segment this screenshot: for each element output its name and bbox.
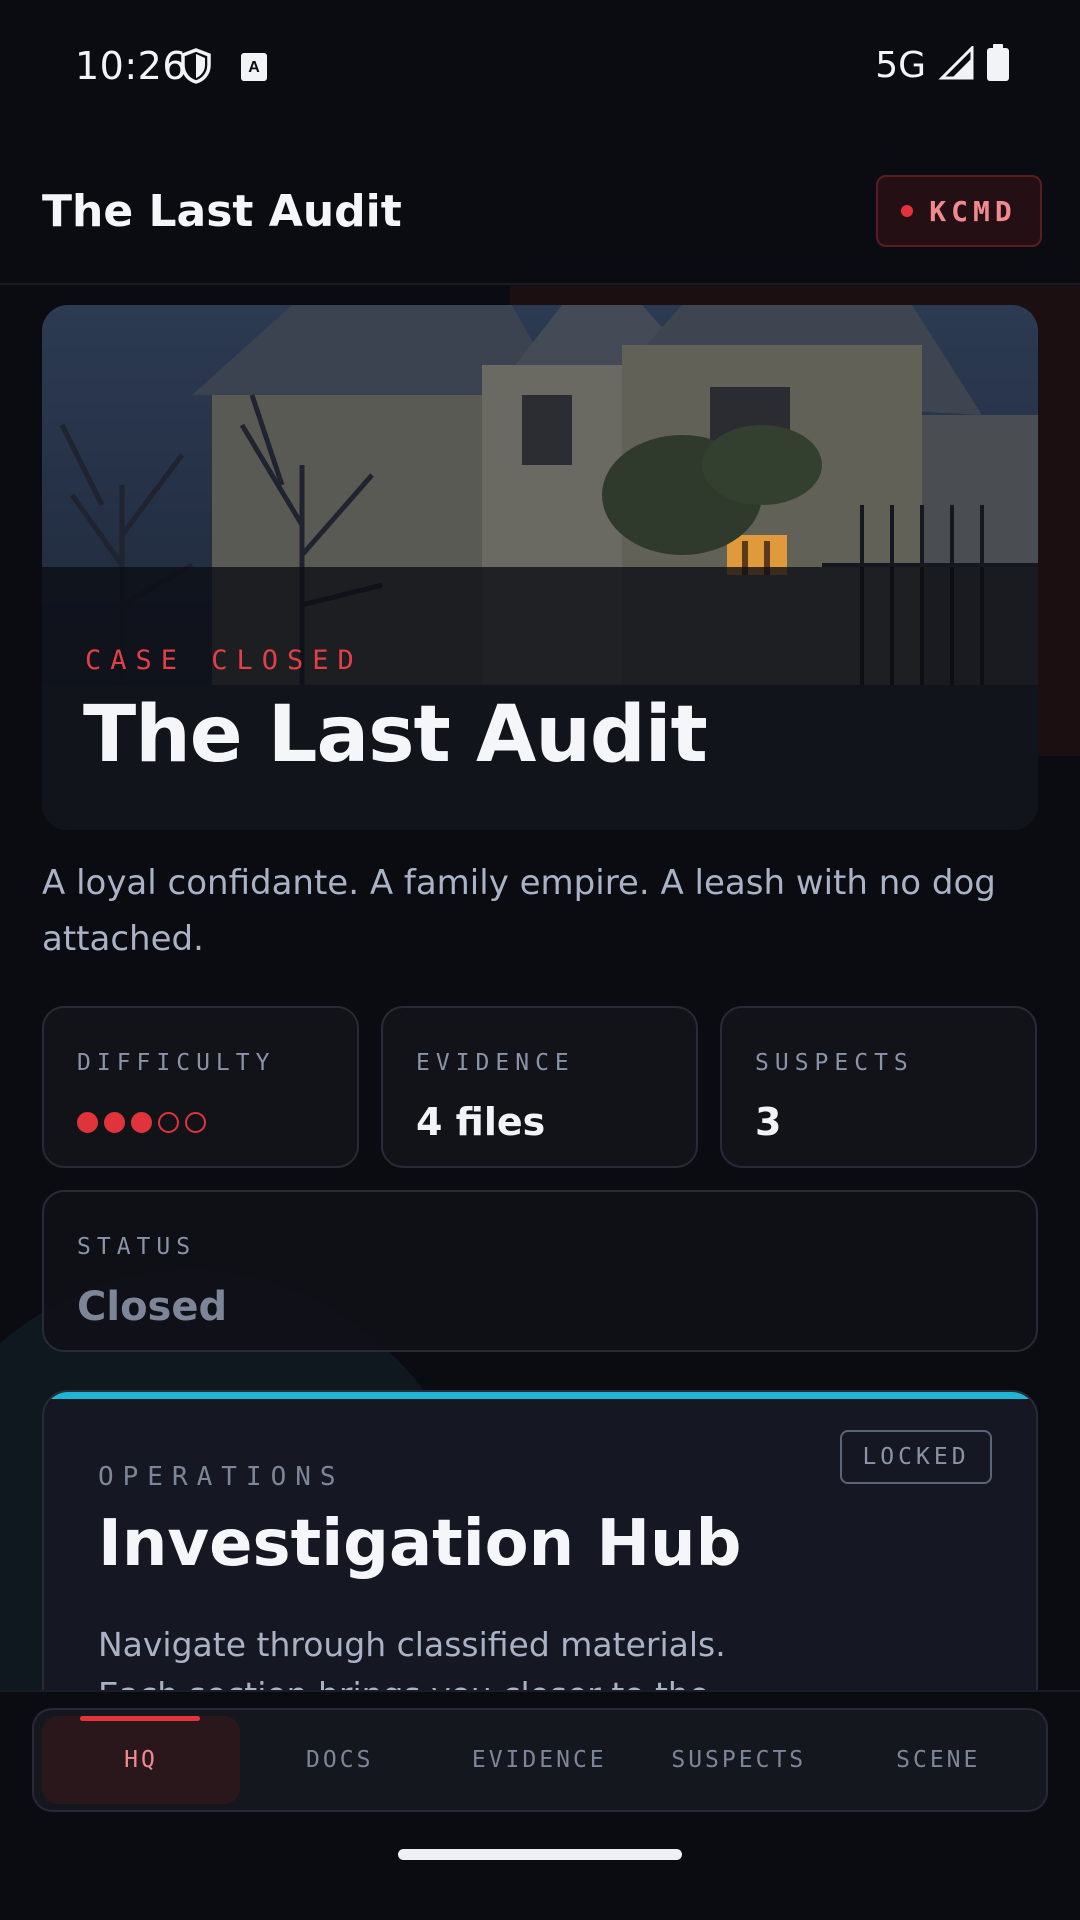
hero-card: CASE CLOSED The Last Audit	[42, 305, 1038, 830]
evidence-label: EVIDENCE	[416, 1050, 575, 1076]
difficulty-label: DIFFICULTY	[77, 1050, 276, 1076]
kcmd-badge-label: KCMD	[929, 194, 1017, 228]
evidence-card: EVIDENCE 4 files	[381, 1006, 698, 1168]
operations-kicker: OPERATIONS	[98, 1462, 345, 1492]
status-card: STATUS Closed	[42, 1190, 1038, 1352]
difficulty-dot-filled	[104, 1112, 125, 1133]
difficulty-card: DIFFICULTY	[42, 1006, 359, 1168]
suspects-card: SUSPECTS 3	[720, 1006, 1037, 1168]
hero-title: The Last Audit	[83, 690, 708, 780]
case-tagline: A loyal confidante. A family empire. A l…	[42, 863, 996, 959]
screen: 10:26 A 5G The Last Audit KCMD CASE CLOS…	[0, 0, 1080, 1920]
locked-badge: LOCKED	[840, 1430, 992, 1484]
status-time: 10:26	[75, 44, 188, 88]
tab-evidence[interactable]: EVIDENCE	[440, 1716, 640, 1804]
live-dot-icon	[901, 205, 914, 217]
operations-accent-bar	[44, 1392, 1036, 1399]
network-type: 5G	[875, 44, 926, 86]
home-indicator[interactable]	[398, 1849, 682, 1860]
suspects-value: 3	[755, 1100, 782, 1144]
status-bar: 10:26 A 5G	[0, 0, 1080, 130]
svg-text:A: A	[248, 59, 260, 76]
bottom-nav: HQ DOCS EVIDENCE SUSPECTS SCENE	[32, 1708, 1048, 1812]
app-notification-icon: A	[240, 52, 274, 90]
signal-icon	[938, 44, 974, 84]
difficulty-dot-empty	[185, 1112, 206, 1133]
difficulty-dot-filled	[77, 1112, 98, 1133]
status-right-group: 5G	[875, 44, 1010, 86]
suspects-label: SUSPECTS	[755, 1050, 914, 1076]
status-value: Closed	[77, 1284, 228, 1330]
app-title: The Last Audit	[42, 186, 402, 237]
difficulty-dot-empty	[158, 1112, 179, 1133]
status-label: STATUS	[77, 1234, 197, 1260]
tab-docs[interactable]: DOCS	[240, 1716, 440, 1804]
app-bar: The Last Audit KCMD	[0, 130, 1080, 285]
battery-icon	[986, 44, 1010, 86]
case-status-kicker: CASE CLOSED	[85, 645, 363, 676]
shield-icon	[180, 48, 214, 86]
kcmd-badge[interactable]: KCMD	[876, 175, 1042, 247]
tab-scene[interactable]: SCENE	[839, 1716, 1039, 1804]
bottom-navigation-area: HQ DOCS EVIDENCE SUSPECTS SCENE	[0, 1690, 1080, 1920]
tab-hq[interactable]: HQ	[42, 1716, 240, 1804]
difficulty-dot-filled	[131, 1112, 152, 1133]
difficulty-rating	[77, 1112, 206, 1133]
evidence-value: 4 files	[416, 1100, 546, 1144]
operations-title: Investigation Hub	[98, 1507, 742, 1581]
tab-suspects[interactable]: SUSPECTS	[639, 1716, 839, 1804]
